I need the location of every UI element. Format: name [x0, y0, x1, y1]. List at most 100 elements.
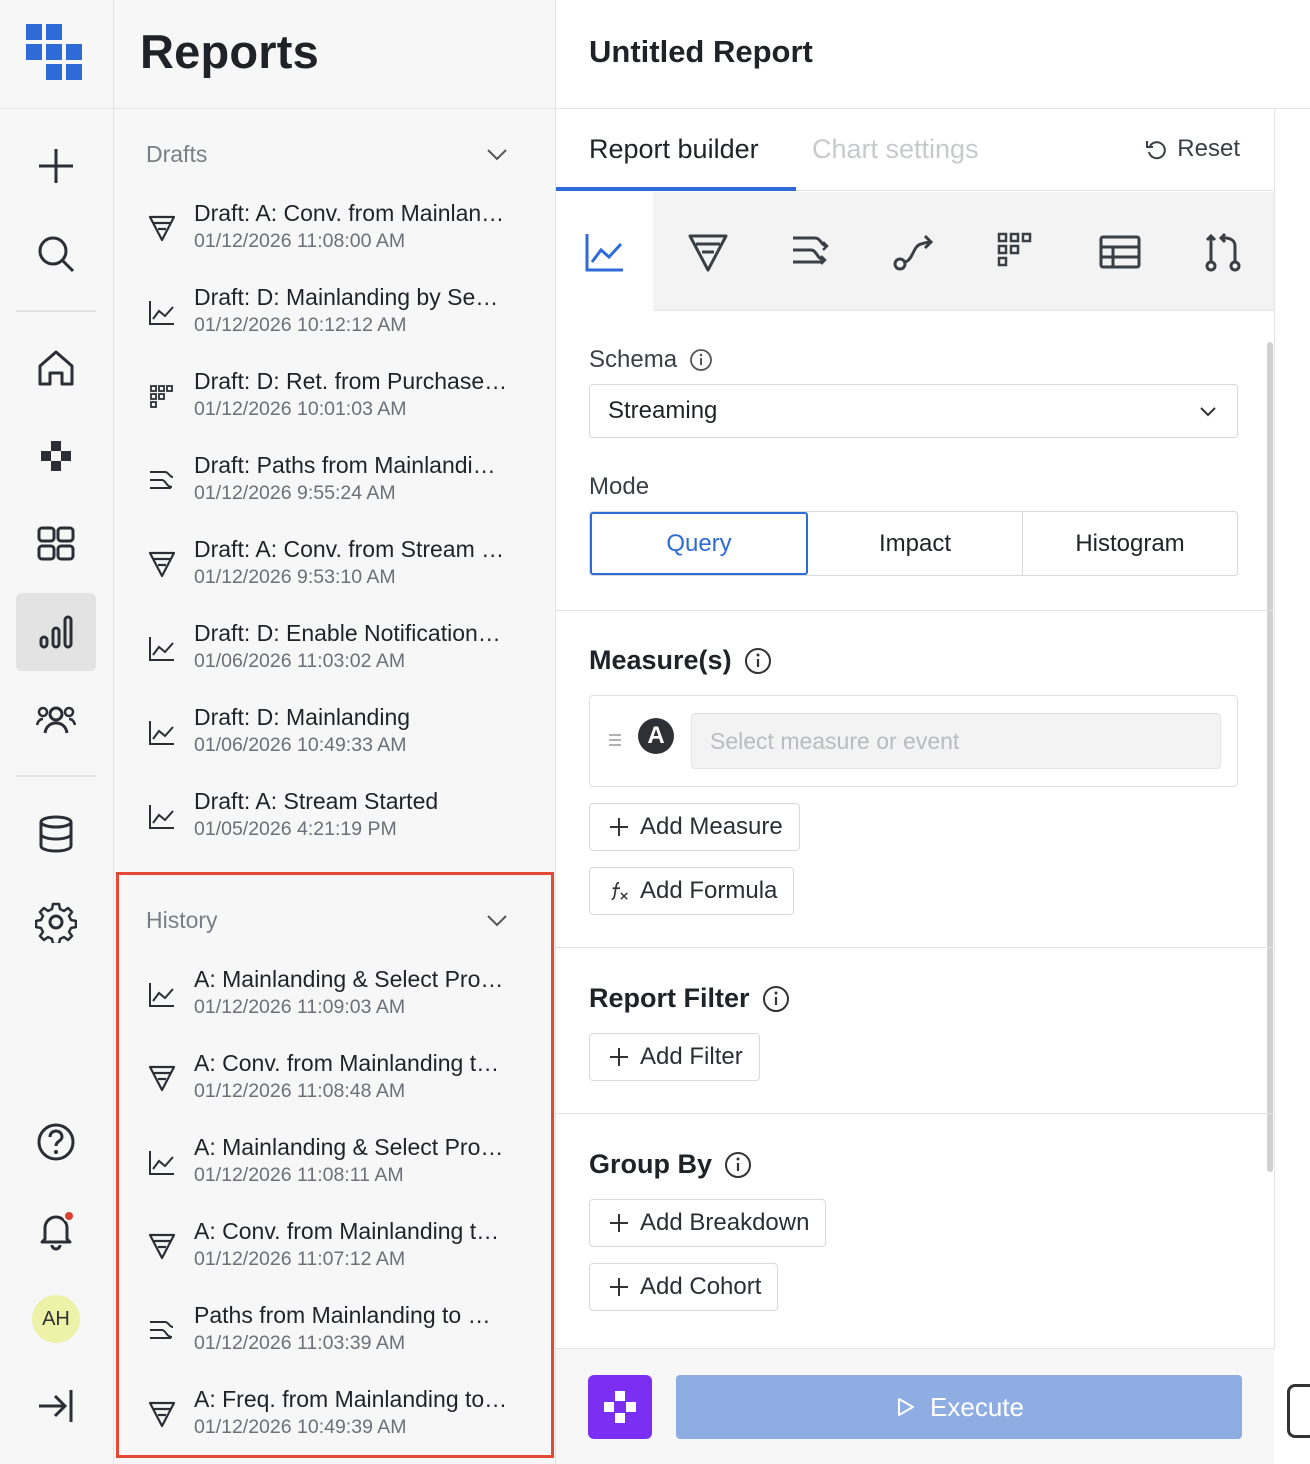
measure-search-input[interactable] [691, 713, 1221, 769]
data-button[interactable] [16, 795, 96, 873]
history-item[interactable]: A: Mainlanding & Select Pro… 01/12/2026 1… [146, 1132, 526, 1216]
history-item-date: 01/12/2026 11:08:11 AM [194, 1164, 404, 1186]
line-chart-icon [146, 1146, 178, 1178]
mode-impact-option[interactable]: Impact [808, 512, 1023, 575]
draft-item[interactable]: Draft: D: Mainlanding 01/06/2026 10:49:33… [146, 702, 526, 786]
add-measure-button[interactable]: Add Measure [589, 803, 800, 851]
help-button[interactable] [16, 1103, 96, 1181]
draft-item[interactable]: Draft: D: Enable Notification… 01/06/2026… [146, 618, 526, 702]
reset-button[interactable]: Reset [1145, 135, 1240, 163]
scrollbar[interactable] [1267, 342, 1273, 1172]
users-icon [35, 706, 77, 734]
draft-item[interactable]: Draft: A: Conv. from Mainlan… 01/12/2026 … [146, 198, 526, 282]
history-item[interactable]: A: Conv. from Mainlanding t… 01/12/2026 1… [146, 1216, 526, 1300]
draft-item-title: Draft: D: Ret. from Purchase… [194, 368, 508, 394]
collapse-arrow-icon [39, 1390, 73, 1422]
history-item-title: A: Mainlanding & Select Pro… [194, 966, 504, 992]
info-icon[interactable] [724, 1151, 752, 1179]
plus-icon [610, 818, 628, 836]
reports-button[interactable] [16, 593, 96, 671]
dashboard-grid-icon [37, 526, 75, 561]
reports-panel: Reports Drafts Draft: A: Conv. from Main… [114, 0, 556, 1464]
chevron-down-icon [487, 149, 507, 161]
history-item[interactable]: Paths from Mainlanding to … 01/12/2026 11… [146, 1300, 526, 1384]
plus-icon [39, 149, 73, 183]
schema-select[interactable]: Streaming [589, 384, 1238, 438]
draft-item-text: Draft: A: Conv. from Mainlan… 01/12/2026 … [194, 198, 522, 254]
type-table-button[interactable] [1071, 192, 1168, 311]
history-item-text: A: Freq. from Mainlanding to… 01/12/2026 … [194, 1384, 522, 1440]
type-insights-button[interactable] [556, 192, 653, 312]
group-by-title: Group By [589, 1149, 752, 1180]
plus-icon [610, 1278, 628, 1296]
funnel-icon [146, 212, 178, 244]
info-icon[interactable] [689, 348, 713, 372]
funnel-icon [146, 1230, 178, 1262]
mode-query-option[interactable]: Query [590, 512, 808, 575]
tab-chart-settings[interactable]: Chart settings [812, 134, 979, 165]
add-cohort-button[interactable]: Add Cohort [589, 1263, 779, 1311]
add-breakdown-button[interactable]: Add Breakdown [589, 1199, 827, 1247]
add-filter-button[interactable]: Add Filter [589, 1033, 760, 1081]
users-button[interactable] [16, 681, 96, 759]
info-icon[interactable] [744, 647, 772, 675]
history-item[interactable]: A: Conv. from Mainlanding t… 01/12/2026 1… [146, 1048, 526, 1132]
section-divider [556, 610, 1274, 611]
collapse-sidebar-button[interactable] [16, 1367, 96, 1445]
tab-report-builder[interactable]: Report builder [589, 134, 759, 165]
type-retention-button[interactable] [968, 192, 1065, 311]
settings-button[interactable] [16, 883, 96, 961]
history-section-toggle[interactable]: History [146, 900, 510, 940]
explore-button[interactable] [16, 417, 96, 495]
app-logo-icon[interactable] [26, 24, 84, 80]
chevron-down-icon [1200, 407, 1216, 417]
report-title[interactable]: Untitled Report [589, 34, 813, 70]
mode-histogram-option[interactable]: Histogram [1023, 512, 1237, 575]
history-item-text: A: Conv. from Mainlanding t… 01/12/2026 1… [194, 1216, 522, 1272]
drafts-section-toggle[interactable]: Drafts [146, 134, 510, 174]
schema-label-text: Schema [589, 346, 678, 373]
draft-item[interactable]: Draft: D: Mainlanding by Se… 01/12/2026 1… [146, 282, 526, 366]
dashboards-button[interactable] [16, 505, 96, 583]
table-icon [1099, 235, 1140, 268]
type-funnel-button[interactable] [659, 192, 756, 311]
side-panel-handle[interactable] [1287, 1384, 1310, 1438]
chevron-down-icon [487, 915, 507, 927]
new-report-button[interactable] [16, 127, 96, 205]
play-icon [898, 1398, 915, 1416]
search-icon [38, 236, 75, 273]
editor-footer: Execute [556, 1348, 1274, 1464]
funnel-icon [688, 234, 727, 271]
paths-icon [146, 1314, 178, 1346]
search-button[interactable] [16, 215, 96, 293]
drag-handle-icon[interactable] [608, 732, 622, 748]
draft-item-date: 01/05/2026 4:21:19 PM [194, 818, 397, 840]
history-item-date: 01/12/2026 11:03:39 AM [194, 1332, 406, 1354]
type-paths-button[interactable] [762, 192, 859, 311]
draft-item[interactable]: Draft: Paths from Mainlandi… 01/12/2026 9… [146, 450, 526, 534]
execute-button[interactable]: Execute [676, 1375, 1242, 1439]
home-icon [38, 350, 74, 386]
draft-item[interactable]: Draft: A: Stream Started 01/05/2026 4:21:… [146, 786, 526, 870]
ai-assistant-button[interactable] [588, 1375, 652, 1439]
notifications-button[interactable] [16, 1191, 96, 1269]
type-flow-button[interactable] [865, 192, 962, 311]
history-item[interactable]: A: Freq. from Mainlanding to… 01/12/2026 … [146, 1384, 526, 1464]
history-item[interactable]: A: Mainlanding & Select Pro… 01/12/2026 1… [146, 964, 526, 1048]
draft-item-date: 01/12/2026 11:08:00 AM [194, 230, 406, 252]
add-formula-button[interactable]: Add Formula [589, 867, 795, 915]
type-compare-button[interactable] [1174, 192, 1271, 311]
user-avatar[interactable]: AH [32, 1295, 80, 1343]
draft-item-title: Draft: D: Mainlanding by Se… [194, 284, 499, 310]
info-icon[interactable] [762, 985, 790, 1013]
draft-item-text: Draft: D: Ret. from Purchase… 01/12/2026 … [194, 366, 522, 422]
draft-item-text: Draft: D: Mainlanding 01/06/2026 10:49:33… [194, 702, 522, 758]
home-button[interactable] [16, 329, 96, 407]
history-label: History [146, 906, 218, 933]
mode-segmented-control: Query Impact Histogram [589, 511, 1238, 576]
history-item-text: Paths from Mainlanding to … 01/12/2026 11… [194, 1300, 522, 1356]
draft-item[interactable]: Draft: D: Ret. from Purchase… 01/12/2026 … [146, 366, 526, 450]
draft-item[interactable]: Draft: A: Conv. from Stream … 01/12/2026 … [146, 534, 526, 618]
rail-divider [16, 775, 96, 777]
drafts-list: Draft: A: Conv. from Mainlan… 01/12/2026 … [146, 198, 526, 870]
